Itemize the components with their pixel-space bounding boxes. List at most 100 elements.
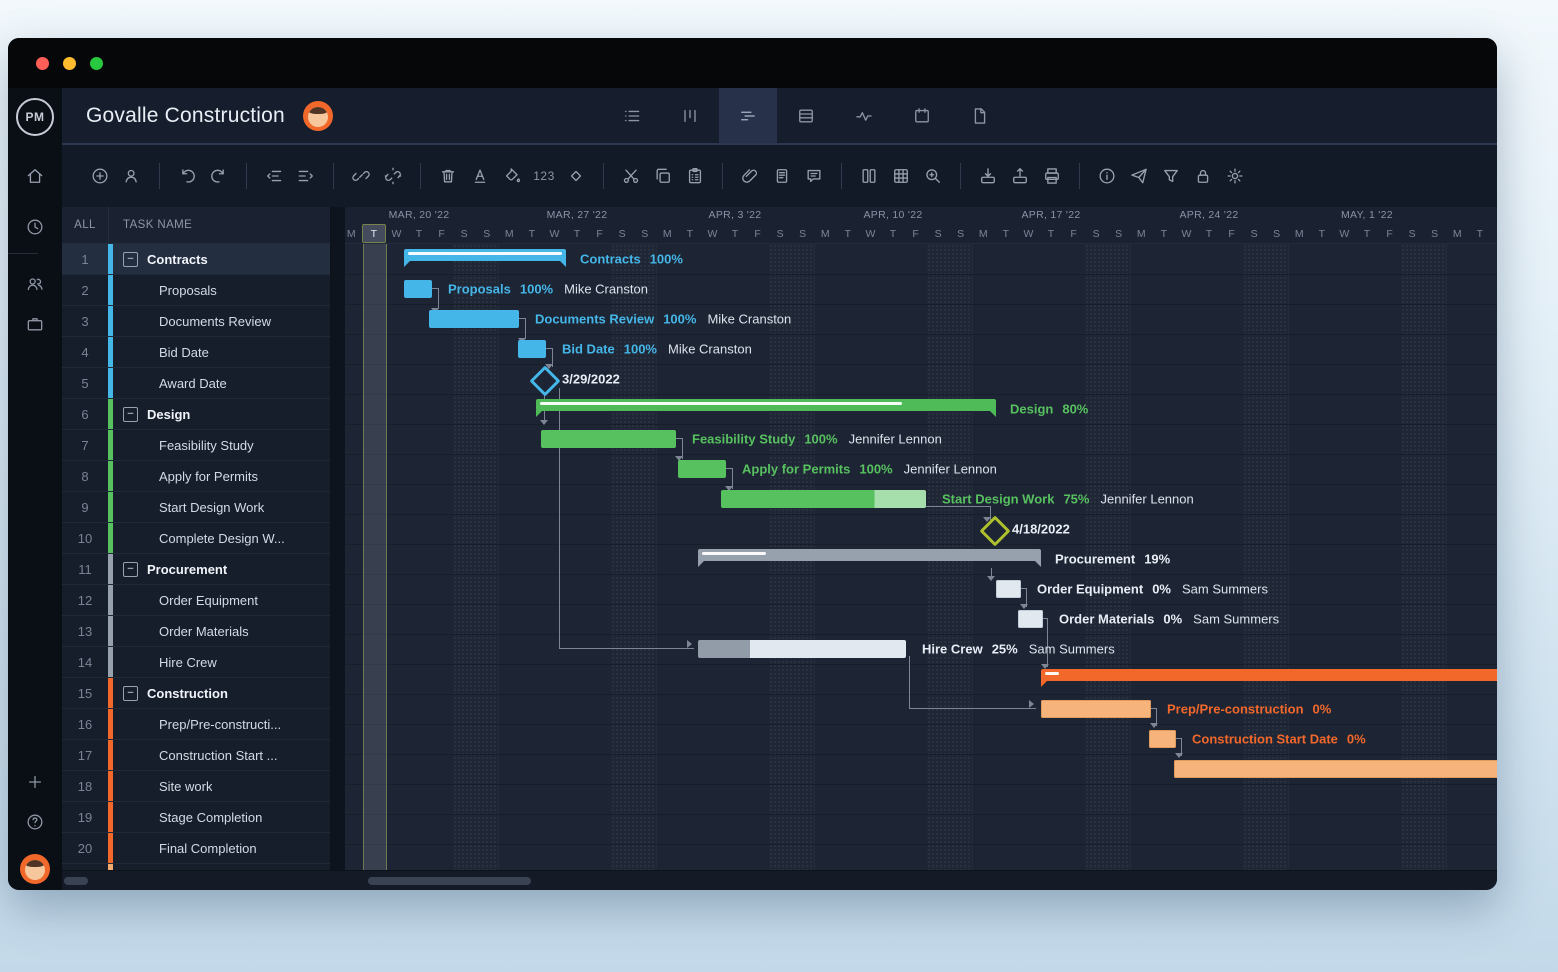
- view-tab-calendar[interactable]: [893, 88, 951, 143]
- link-icon[interactable]: [345, 160, 377, 192]
- day-cell: F: [904, 225, 927, 242]
- view-tab-list[interactable]: [603, 88, 661, 143]
- task-row-11[interactable]: 11−Procurement: [62, 554, 330, 585]
- add-user-icon[interactable]: [116, 160, 148, 192]
- user-avatar[interactable]: [20, 854, 50, 884]
- indent-icon[interactable]: [290, 160, 322, 192]
- task-row-13[interactable]: 13Order Materials: [62, 616, 330, 647]
- home-icon[interactable]: [19, 160, 51, 192]
- collapse-toggle-icon[interactable]: −: [123, 407, 138, 422]
- summary-bar-contracts[interactable]: [404, 249, 566, 261]
- help-icon[interactable]: [8, 802, 62, 842]
- columns-icon[interactable]: [853, 160, 885, 192]
- collapse-toggle-icon[interactable]: −: [123, 252, 138, 267]
- task-bar-hire-crew[interactable]: [698, 640, 906, 658]
- gantt-row: [345, 814, 1497, 845]
- view-tab-activity[interactable]: [835, 88, 893, 143]
- lock-icon[interactable]: [1187, 160, 1219, 192]
- info-icon[interactable]: [1091, 160, 1123, 192]
- settings-icon[interactable]: [1219, 160, 1251, 192]
- week-label: APR, 3 '22: [656, 209, 814, 224]
- task-row-14[interactable]: 14Hire Crew: [62, 647, 330, 678]
- task-bar-apply-for-permits[interactable]: [678, 460, 726, 478]
- view-tab-sheet[interactable]: [777, 88, 835, 143]
- summary-bar-design[interactable]: [536, 399, 996, 411]
- day-cell: M: [814, 225, 837, 242]
- task-row-6[interactable]: 6−Design: [62, 399, 330, 430]
- project-owner-avatar[interactable]: [303, 101, 333, 131]
- task-row-9[interactable]: 9Start Design Work: [62, 492, 330, 523]
- undo-icon[interactable]: [171, 160, 203, 192]
- task-bar-feasibility-study[interactable]: [541, 430, 676, 448]
- task-row-4[interactable]: 4Bid Date: [62, 337, 330, 368]
- task-row-7[interactable]: 7Feasibility Study: [62, 430, 330, 461]
- summary-bar-construction[interactable]: [1041, 669, 1497, 681]
- team-icon[interactable]: [8, 264, 62, 304]
- task-row-18[interactable]: 18Site work: [62, 771, 330, 802]
- task-row-15[interactable]: 15−Construction: [62, 678, 330, 709]
- task-bar-order-equipment[interactable]: [996, 580, 1021, 598]
- task-row-8[interactable]: 8Apply for Permits: [62, 461, 330, 492]
- view-tab-gantt[interactable]: [719, 88, 777, 143]
- task-list-hscrollbar[interactable]: [64, 877, 88, 885]
- outdent-icon[interactable]: [258, 160, 290, 192]
- plus-circle-icon[interactable]: [84, 160, 116, 192]
- trash-icon[interactable]: [432, 160, 464, 192]
- task-row-16[interactable]: 16Prep/Pre-constructi...: [62, 709, 330, 740]
- task-row-12[interactable]: 12Order Equipment: [62, 585, 330, 616]
- task-row-20[interactable]: 20Final Completion: [62, 833, 330, 864]
- summary-progress-line: [1045, 672, 1059, 675]
- column-header-all[interactable]: ALL: [62, 219, 108, 231]
- fill-color-icon[interactable]: [496, 160, 528, 192]
- text-color-icon[interactable]: [464, 160, 496, 192]
- task-row-3[interactable]: 3Documents Review: [62, 306, 330, 337]
- share-icon[interactable]: [1123, 160, 1155, 192]
- attachment-icon[interactable]: [734, 160, 766, 192]
- task-row-1[interactable]: 1−Contracts: [62, 244, 330, 275]
- task-bar-construction-start-date[interactable]: [1149, 730, 1176, 748]
- print-icon[interactable]: [1036, 160, 1068, 192]
- numbers-123-icon[interactable]: 123: [528, 160, 560, 192]
- collapse-toggle-icon[interactable]: −: [123, 562, 138, 577]
- task-row-2[interactable]: 2Proposals: [62, 275, 330, 306]
- cut-icon[interactable]: [615, 160, 647, 192]
- task-bar-proposals[interactable]: [404, 280, 432, 298]
- collapse-toggle-icon[interactable]: −: [123, 686, 138, 701]
- comment-icon[interactable]: [798, 160, 830, 192]
- gantt-hscrollbar[interactable]: [368, 877, 531, 885]
- redo-icon[interactable]: [203, 160, 235, 192]
- task-bar-documents-review[interactable]: [429, 310, 519, 328]
- task-bar-start-design-work[interactable]: [721, 490, 926, 508]
- task-bar-site-work[interactable]: [1174, 760, 1497, 778]
- task-bar-bid-date[interactable]: [518, 340, 546, 358]
- export-icon[interactable]: [1004, 160, 1036, 192]
- main-content: ALL TASK NAME 1−Contracts2Proposals3Docu…: [62, 207, 1497, 870]
- view-tab-doc[interactable]: [951, 88, 1009, 143]
- notes-icon[interactable]: [766, 160, 798, 192]
- table-grid-icon[interactable]: [885, 160, 917, 192]
- zoom-in-icon[interactable]: [917, 160, 949, 192]
- close-window-button[interactable]: [36, 57, 49, 70]
- summary-bar-procurement[interactable]: [698, 549, 1041, 561]
- task-row-5[interactable]: 5Award Date: [62, 368, 330, 399]
- portfolio-icon[interactable]: [8, 304, 62, 344]
- task-row-19[interactable]: 19Stage Completion: [62, 802, 330, 833]
- maximize-window-button[interactable]: [90, 57, 103, 70]
- import-icon[interactable]: [972, 160, 1004, 192]
- panel-splitter[interactable]: [331, 207, 345, 870]
- copy-icon[interactable]: [647, 160, 679, 192]
- clock-icon[interactable]: [8, 207, 62, 247]
- plus-icon[interactable]: [8, 762, 62, 802]
- task-bar-prep-pre-construction[interactable]: [1041, 700, 1151, 718]
- filter-icon[interactable]: [1155, 160, 1187, 192]
- task-row-17[interactable]: 17Construction Start ...: [62, 740, 330, 771]
- unlink-icon[interactable]: [377, 160, 409, 192]
- task-row-10[interactable]: 10Complete Design W...: [62, 523, 330, 554]
- view-tab-board[interactable]: [661, 88, 719, 143]
- task-bar-order-materials[interactable]: [1018, 610, 1043, 628]
- minimize-window-button[interactable]: [63, 57, 76, 70]
- paste-icon[interactable]: [679, 160, 711, 192]
- pm-logo[interactable]: PM: [16, 98, 54, 136]
- column-header-task-name[interactable]: TASK NAME: [108, 207, 330, 243]
- milestone-diamond-icon[interactable]: [560, 160, 592, 192]
